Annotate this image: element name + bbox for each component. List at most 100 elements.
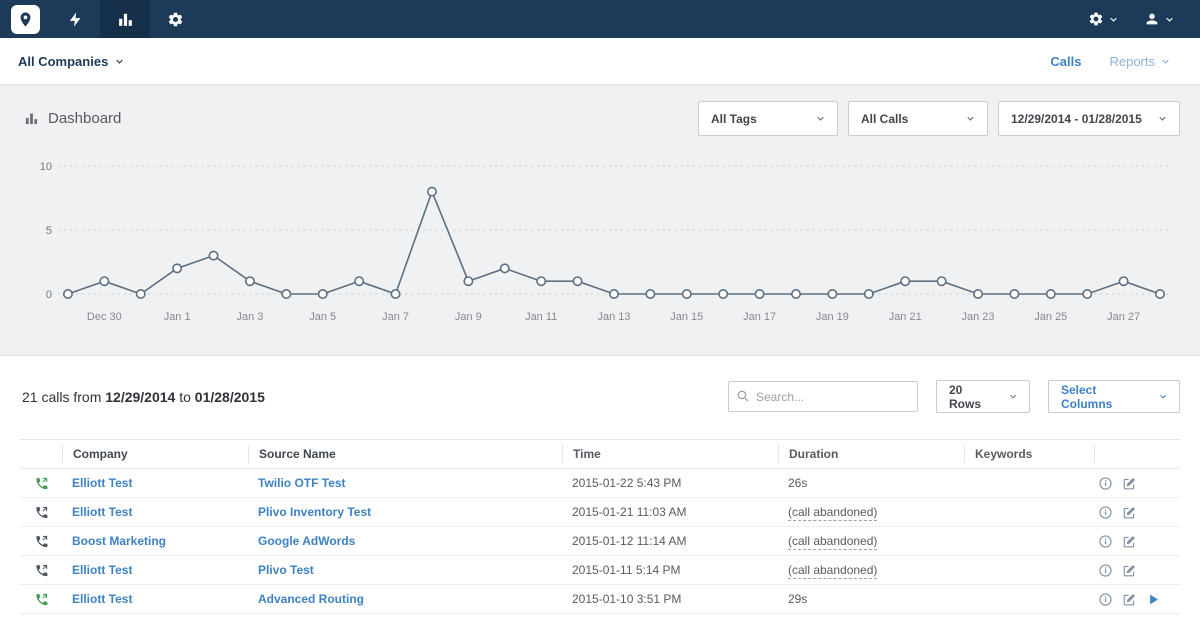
company-link[interactable]: Elliott Test — [72, 505, 132, 519]
source-link[interactable]: Advanced Routing — [258, 592, 364, 606]
info-icon[interactable] — [1098, 534, 1113, 549]
source-link[interactable]: Google AdWords — [258, 534, 355, 548]
svg-text:Jan 23: Jan 23 — [962, 311, 995, 323]
settings-gear-icon — [1088, 11, 1104, 27]
nav-tab-activity[interactable] — [50, 0, 100, 38]
edit-note-icon[interactable] — [1122, 563, 1137, 578]
call-time: 2015-01-10 3:51 PM — [562, 592, 778, 606]
company-selector-label: All Companies — [18, 54, 108, 69]
nav-tab-settings[interactable] — [150, 0, 200, 38]
header-keywords: Keywords — [964, 445, 1094, 463]
info-icon[interactable] — [1098, 476, 1113, 491]
rows-per-page-label: 20 Rows — [949, 383, 995, 411]
calls-summary-end-date: 01/28/2015 — [195, 389, 265, 405]
select-columns-dropdown[interactable]: Select Columns — [1048, 380, 1180, 413]
source-link[interactable]: Plivo Inventory Test — [258, 505, 371, 519]
svg-text:Jan 15: Jan 15 — [670, 311, 703, 323]
chevron-down-icon — [1009, 392, 1017, 401]
edit-note-icon[interactable] — [1122, 476, 1137, 491]
info-icon[interactable] — [1098, 592, 1113, 607]
calls-filter-label: All Calls — [861, 112, 908, 126]
table-row: Elliott Test Plivo Inventory Test 2015-0… — [20, 498, 1180, 527]
table-header-row: Company Source Name Time Duration Keywor… — [20, 439, 1180, 469]
svg-text:Jan 21: Jan 21 — [889, 311, 922, 323]
calls-summary-mid: to — [179, 389, 191, 405]
svg-text:10: 10 — [40, 161, 52, 173]
map-pin-icon — [11, 5, 40, 34]
svg-text:Jan 5: Jan 5 — [309, 311, 336, 323]
page-title-label: Dashboard — [48, 110, 121, 127]
play-icon[interactable] — [1146, 592, 1161, 607]
edit-note-icon[interactable] — [1122, 534, 1137, 549]
call-status-phone-icon — [34, 476, 49, 491]
header-call-status — [20, 445, 62, 463]
svg-text:Jan 11: Jan 11 — [525, 311, 557, 323]
calls-summary-start-date: 12/29/2014 — [105, 389, 175, 405]
table-row: Boost Marketing Google AdWords 2015-01-1… — [20, 527, 1180, 556]
svg-text:Jan 9: Jan 9 — [455, 311, 482, 323]
date-range-dropdown[interactable]: 12/29/2014 - 01/28/2015 — [998, 101, 1180, 136]
calls-line-chart-svg: 0510Dec 30Jan 1Jan 3Jan 5Jan 7Jan 9Jan 1… — [26, 152, 1174, 330]
call-time: 2015-01-12 11:14 AM — [562, 534, 778, 548]
nav-link-calls[interactable]: Calls — [1050, 54, 1081, 69]
svg-text:Jan 13: Jan 13 — [597, 311, 630, 323]
calls-summary: 21 calls from 12/29/2014 to 01/28/2015 — [20, 389, 265, 405]
secondary-navigation-bar: All Companies Calls Reports — [0, 38, 1200, 85]
company-selector[interactable]: All Companies — [18, 54, 124, 69]
svg-text:0: 0 — [46, 289, 52, 301]
svg-text:Jan 7: Jan 7 — [382, 311, 409, 323]
chevron-down-icon — [966, 114, 975, 123]
calls-line-chart: 0510Dec 30Jan 1Jan 3Jan 5Jan 7Jan 9Jan 1… — [20, 152, 1180, 330]
nav-link-reports-label: Reports — [1109, 54, 1155, 69]
svg-text:5: 5 — [46, 225, 52, 237]
chevron-down-icon — [1109, 15, 1118, 24]
source-link[interactable]: Twilio OTF Test — [258, 476, 346, 490]
calls-filter-dropdown[interactable]: All Calls — [848, 101, 988, 136]
call-time: 2015-01-11 5:14 PM — [562, 563, 778, 577]
chevron-down-icon — [816, 114, 825, 123]
svg-text:Jan 25: Jan 25 — [1034, 311, 1067, 323]
company-link[interactable]: Boost Marketing — [72, 534, 166, 548]
select-columns-label: Select Columns — [1061, 383, 1145, 411]
svg-text:Jan 17: Jan 17 — [743, 311, 776, 323]
table-row: Elliott Test Advanced Routing 2015-01-10… — [20, 585, 1180, 614]
company-link[interactable]: Elliott Test — [72, 592, 132, 606]
company-link[interactable]: Elliott Test — [72, 476, 132, 490]
search-icon — [736, 389, 750, 403]
call-time: 2015-01-22 5:43 PM — [562, 476, 778, 490]
table-body: Elliott Test Twilio OTF Test 2015-01-22 … — [20, 469, 1180, 614]
account-menu[interactable] — [1134, 11, 1184, 27]
call-duration: 29s — [778, 592, 964, 606]
call-duration: 26s — [778, 476, 964, 490]
chevron-down-icon — [1159, 392, 1167, 401]
nav-link-reports[interactable]: Reports — [1109, 54, 1170, 69]
header-actions — [1094, 445, 1180, 463]
call-duration: (call abandoned) — [778, 563, 964, 577]
info-icon[interactable] — [1098, 505, 1113, 520]
edit-note-icon[interactable] — [1122, 505, 1137, 520]
table-row: Elliott Test Twilio OTF Test 2015-01-22 … — [20, 469, 1180, 498]
header-company: Company — [62, 445, 248, 463]
edit-note-icon[interactable] — [1122, 592, 1137, 607]
tags-filter-dropdown[interactable]: All Tags — [698, 101, 838, 136]
nav-tab-reports[interactable] — [100, 0, 150, 38]
app-logo[interactable] — [0, 0, 50, 38]
search-input[interactable] — [728, 381, 918, 412]
header-duration: Duration — [778, 445, 964, 463]
date-range-label: 12/29/2014 - 01/28/2015 — [1011, 112, 1142, 126]
svg-text:Jan 19: Jan 19 — [816, 311, 849, 323]
info-icon[interactable] — [1098, 563, 1113, 578]
call-status-phone-icon — [34, 592, 49, 607]
company-link[interactable]: Elliott Test — [72, 563, 132, 577]
settings-menu[interactable] — [1078, 11, 1128, 27]
bar-chart-small-icon — [24, 111, 39, 126]
svg-text:Dec 30: Dec 30 — [87, 311, 122, 323]
call-status-phone-icon — [34, 563, 49, 578]
rows-per-page-dropdown[interactable]: 20 Rows — [936, 380, 1030, 413]
gear-icon — [167, 11, 184, 28]
user-icon — [1144, 11, 1160, 27]
dashboard-section: Dashboard All Tags All Calls 12/29/2014 … — [0, 85, 1200, 355]
tags-filter-label: All Tags — [711, 112, 757, 126]
source-link[interactable]: Plivo Test — [258, 563, 314, 577]
chevron-down-icon — [1165, 15, 1174, 24]
